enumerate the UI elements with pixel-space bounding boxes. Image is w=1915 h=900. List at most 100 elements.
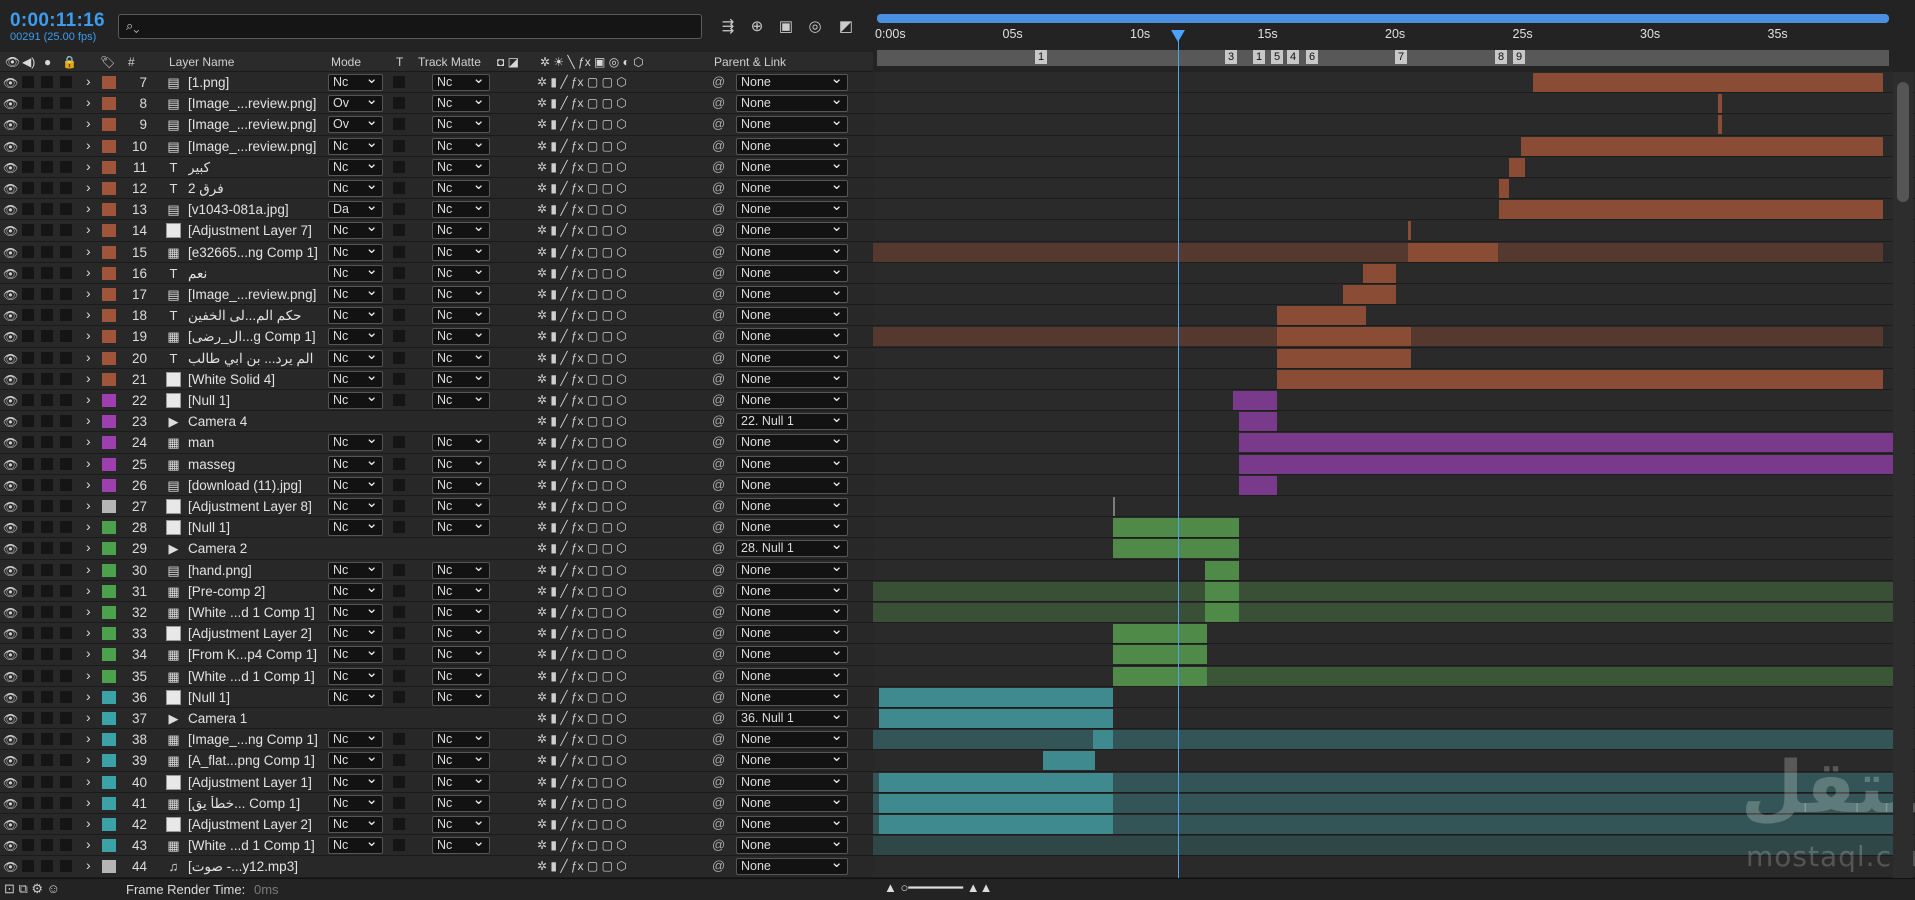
solo-toggle[interactable] (41, 139, 53, 152)
layer-switches[interactable]: ✲ ▮ ╱ ƒx ▢ ▢ ⬡ (537, 626, 627, 640)
visibility-eye-icon[interactable]: 👁 (3, 267, 18, 281)
layer-name[interactable]: man (188, 435, 328, 450)
composition-mini-flowchart-icon[interactable]: ⇶ (718, 18, 738, 36)
blend-mode-dropdown[interactable]: Nc (328, 434, 383, 452)
audio-toggle[interactable] (22, 754, 34, 767)
solo-toggle[interactable] (41, 394, 53, 406)
preserve-transparency-toggle[interactable] (393, 521, 405, 534)
audio-toggle[interactable] (22, 860, 34, 873)
blend-mode-dropdown[interactable]: Nc (328, 264, 383, 282)
pickwhip-icon[interactable]: @ (712, 562, 725, 577)
visibility-eye-icon[interactable]: 👁 (3, 839, 18, 853)
solo-toggle[interactable] (41, 245, 53, 258)
parent-dropdown[interactable]: None (736, 752, 848, 770)
expand-chevron-icon[interactable]: › (86, 561, 91, 577)
lock-toggle[interactable] (60, 733, 72, 746)
layer-name[interactable]: [From K...p4 Comp 1] (188, 647, 328, 662)
label-color-swatch[interactable] (102, 839, 116, 853)
solo-toggle[interactable] (41, 478, 53, 491)
audio-toggle[interactable] (22, 351, 34, 364)
layer-row[interactable]: 👁›28[Null 1]NcNc✲ ▮ ╱ ƒx ▢ ▢ ⬡@None (0, 517, 873, 539)
audio-toggle[interactable] (22, 394, 34, 406)
lock-toggle[interactable] (60, 839, 72, 852)
layer-duration-bar[interactable] (1113, 518, 1239, 538)
visibility-eye-icon[interactable]: 👁 (3, 224, 18, 238)
layer-switches[interactable]: ✲ ▮ ╱ ƒx ▢ ▢ ⬡ (537, 605, 627, 619)
audio-toggle[interactable] (22, 203, 34, 216)
audio-toggle[interactable] (22, 266, 34, 279)
parent-dropdown[interactable]: None (736, 349, 848, 367)
pickwhip-icon[interactable]: @ (712, 328, 725, 343)
expand-chevron-icon[interactable]: › (86, 497, 91, 513)
expand-chevron-icon[interactable]: › (86, 158, 91, 174)
layer-row[interactable]: 👁›31▦[Pre-comp 2]NcNc✲ ▮ ╱ ƒx ▢ ▢ ⬡@None (0, 580, 873, 602)
layer-switches[interactable]: ✲ ▮ ╱ ƒx ▢ ▢ ⬡ (537, 753, 627, 767)
blend-mode-dropdown[interactable]: Da (328, 201, 383, 219)
frame-blending-icon[interactable]: ◎ (805, 18, 825, 36)
parent-dropdown[interactable]: None (736, 773, 848, 791)
audio-toggle[interactable] (22, 245, 34, 258)
expand-chevron-icon[interactable]: › (86, 433, 91, 449)
work-area-bar[interactable] (877, 50, 1889, 66)
lock-toggle[interactable] (60, 818, 72, 830)
track-matte-dropdown[interactable]: Nc (432, 116, 490, 134)
layer-switches[interactable]: ✲ ▮ ╱ ƒx ▢ ▢ ⬡ (537, 457, 627, 471)
layer-switches[interactable]: ✲ ▮ ╱ ƒx ▢ ▢ ⬡ (537, 647, 627, 661)
solo-toggle[interactable] (41, 309, 53, 322)
layer-duration-bar[interactable] (1233, 391, 1277, 410)
layer-name[interactable]: حكم الم...لى الخفين (188, 308, 328, 324)
layer-row[interactable]: 👁›18Tحكم الم...لى الخفينNcNc✲ ▮ ╱ ƒx ▢ ▢… (0, 305, 873, 327)
comp-marker[interactable]: 8 (1495, 50, 1508, 64)
visibility-eye-icon[interactable]: 👁 (3, 97, 18, 111)
pickwhip-icon[interactable]: @ (712, 265, 725, 280)
pickwhip-icon[interactable]: @ (712, 540, 725, 555)
label-color-swatch[interactable] (102, 288, 116, 301)
label-color-swatch[interactable] (102, 775, 116, 789)
blend-mode-dropdown[interactable]: Nc (328, 816, 383, 833)
comp-marker[interactable]: 3 (1225, 50, 1238, 64)
layer-row[interactable]: 👁›16TنعمNcNc✲ ▮ ╱ ƒx ▢ ▢ ⬡@None (0, 262, 873, 284)
track-matte-dropdown[interactable]: Nc (432, 158, 490, 176)
solo-toggle[interactable] (41, 860, 53, 873)
vertical-scrollbar[interactable] (1893, 72, 1913, 878)
layer-switches[interactable]: ✲ ▮ ╱ ƒx ▢ ▢ ⬡ (537, 541, 627, 555)
layer-switches[interactable]: ✲ ▮ ╱ ƒx ▢ ▢ ⬡ (537, 435, 627, 449)
blend-mode-dropdown[interactable]: Nc (328, 158, 383, 176)
audio-toggle[interactable] (22, 839, 34, 852)
layer-duration-bar[interactable] (873, 730, 1893, 750)
layer-row[interactable]: 👁›15▦[e32665...ng Comp 1]NcNc✲ ▮ ╱ ƒx ▢ … (0, 241, 873, 263)
layer-switches[interactable]: ✲ ▮ ╱ ƒx ▢ ▢ ⬡ (537, 223, 627, 237)
parent-dropdown[interactable]: None (736, 794, 848, 812)
preserve-transparency-toggle[interactable] (393, 309, 405, 322)
layer-duration-bar[interactable] (1533, 73, 1883, 92)
layer-name[interactable]: Camera 2 (188, 541, 328, 556)
layer-row[interactable]: 👁 › 44 ♫ [صوت -...y12.mp3] ✲ ▮ ╱ ƒx ▢ ▢ ⬡ @ Non… (0, 856, 873, 878)
visibility-eye-icon[interactable]: 👁 (3, 203, 18, 217)
parent-dropdown[interactable]: None (736, 307, 848, 325)
track-matte-dropdown[interactable]: Nc (432, 561, 490, 579)
layer-row[interactable]: 👁›24▦manNcNc✲ ▮ ╱ ƒx ▢ ▢ ⬡@None (0, 432, 873, 454)
visibility-eye-icon[interactable]: 👁 (3, 352, 18, 366)
layer-name[interactable]: masseg (188, 457, 328, 472)
audio-toggle[interactable] (22, 563, 34, 576)
layer-name[interactable]: [Image_...review.png] (188, 287, 328, 302)
label-color-swatch[interactable] (102, 118, 116, 132)
parent-dropdown[interactable]: None (736, 264, 848, 282)
preserve-transparency-toggle[interactable] (393, 690, 405, 703)
layer-duration-bar[interactable] (873, 603, 1893, 622)
layer-switches[interactable]: ✲ ▮ ╱ ƒx ▢ ▢ ⬡ (537, 351, 627, 365)
lock-toggle[interactable] (60, 224, 72, 237)
lock-toggle[interactable] (60, 542, 72, 555)
layer-duration-bar[interactable] (1277, 327, 1411, 347)
audio-toggle[interactable] (22, 118, 34, 131)
track-matte-dropdown[interactable]: Nc (432, 370, 490, 388)
parent-link-column-header[interactable]: Parent & Link (714, 55, 786, 69)
layer-duration-bar[interactable] (873, 242, 1883, 262)
track-matte-dropdown[interactable]: Nc (432, 688, 490, 706)
pickwhip-icon[interactable]: @ (712, 795, 725, 810)
pickwhip-icon[interactable]: @ (712, 583, 725, 598)
lock-toggle[interactable] (60, 415, 72, 428)
label-color-swatch[interactable] (102, 76, 116, 89)
layer-name[interactable]: [Image_...ng Comp 1] (188, 732, 328, 747)
track-matte-dropdown[interactable]: Nc (432, 519, 490, 537)
